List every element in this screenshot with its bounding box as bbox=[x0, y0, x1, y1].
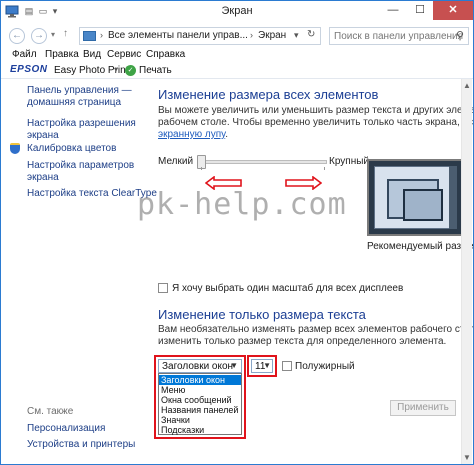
sidebar-item-display-settings-line2[interactable]: экрана bbox=[27, 172, 59, 184]
dropdown-option[interactable]: Меню bbox=[159, 385, 241, 395]
scroll-down-icon[interactable]: ▼ bbox=[463, 453, 471, 462]
sidebar-item-display-settings-line1[interactable]: Настройка параметров bbox=[27, 160, 134, 172]
chevron-down-icon: ▼ bbox=[230, 361, 238, 370]
menu-view[interactable]: Вид bbox=[83, 49, 101, 60]
breadcrumb-display[interactable]: Экран bbox=[258, 30, 286, 41]
dropdown-option[interactable]: Названия панелей bbox=[159, 405, 241, 415]
breadcrumb-separator-icon[interactable]: › bbox=[250, 30, 253, 40]
dropdown-option[interactable]: Подсказки bbox=[159, 425, 241, 435]
print-icon: ✓ bbox=[125, 65, 136, 76]
section-description-line2: рабочем столе. Чтобы временно увеличить … bbox=[158, 117, 473, 128]
chevron-down-icon: ▼ bbox=[263, 361, 271, 370]
size-slider-track[interactable] bbox=[199, 160, 327, 164]
element-select-value: Заголовки окон bbox=[162, 361, 234, 372]
dropdown-option[interactable]: Заголовки окон bbox=[159, 375, 241, 385]
menu-tools[interactable]: Сервис bbox=[107, 49, 141, 60]
see-also-heading: См. также bbox=[27, 406, 74, 417]
sidebar-item-cleartype[interactable]: Настройка текста ClearType bbox=[27, 188, 157, 200]
recommended-size-label: Рекомендуемый размер bbox=[367, 241, 474, 252]
watermark: pk-help.com bbox=[137, 187, 347, 222]
menu-bar: Файл Правка Вид Сервис Справка bbox=[1, 47, 473, 63]
sidebar-item-home-line2[interactable]: домашняя страница bbox=[27, 97, 121, 109]
element-select[interactable]: Заголовки окон ▼ bbox=[158, 359, 242, 373]
text-only-description-line2: изменить только размер текста для опреде… bbox=[158, 336, 447, 347]
easy-photo-print-dropdown-icon[interactable]: ▾ bbox=[114, 65, 118, 74]
element-dropdown-list: Заголовки окон Меню Окна сообщений Назва… bbox=[158, 373, 242, 435]
slider-ticks bbox=[201, 167, 325, 170]
arrow-right-icon bbox=[285, 176, 322, 190]
preview-sidebar bbox=[449, 166, 457, 229]
section-title-text-only: Изменение только размера текста bbox=[158, 307, 366, 322]
slider-small-label: Мелкий bbox=[158, 156, 194, 167]
control-panel-icon bbox=[83, 31, 96, 41]
address-bar[interactable]: › Все элементы панели управ... › Экран ▾ bbox=[79, 27, 321, 45]
sidebar-item-devices-printers[interactable]: Устройства и принтеры bbox=[27, 439, 135, 451]
epson-toolbar: EPSON Easy Photo Print ▾ ✓ Печать bbox=[1, 62, 473, 79]
section-title-scale-all: Изменение размера всех элементов bbox=[158, 87, 379, 102]
close-button[interactable]: ✕ bbox=[433, 1, 473, 20]
slider-large-label: Крупный bbox=[329, 156, 369, 167]
same-scale-label[interactable]: Я хочу выбрать один масштаб для всех дис… bbox=[172, 283, 403, 294]
shield-icon bbox=[10, 143, 20, 154]
sidebar-item-resolution-line2[interactable]: экрана bbox=[27, 130, 59, 142]
magnifier-tail: . bbox=[225, 129, 228, 140]
section-description-line1: Вы можете увеличить или уменьшить размер… bbox=[158, 105, 473, 116]
maximize-button[interactable]: ☐ bbox=[406, 1, 434, 20]
same-scale-checkbox[interactable] bbox=[158, 283, 168, 293]
title-bar: ▤ ▭ ▾ Экран — ☐ ✕ bbox=[1, 1, 473, 23]
arrow-left-icon bbox=[205, 176, 242, 190]
text-only-description-line1: Вам необязательно изменять размер всех э… bbox=[158, 324, 473, 335]
menu-help[interactable]: Справка bbox=[146, 49, 185, 60]
bold-label[interactable]: Полужирный bbox=[295, 361, 355, 372]
minimize-button[interactable]: — bbox=[379, 1, 407, 20]
back-button[interactable]: ← bbox=[9, 28, 25, 44]
apply-button[interactable]: Применить bbox=[390, 400, 456, 416]
menu-edit[interactable]: Правка bbox=[45, 49, 79, 60]
sidebar-item-home-line1[interactable]: Панель управления — bbox=[27, 85, 132, 97]
up-arrow-icon[interactable]: ↑ bbox=[63, 28, 68, 39]
magnifier-line: экранную лупу. bbox=[158, 129, 228, 141]
breadcrumb-all-items[interactable]: Все элементы панели управ... bbox=[108, 30, 248, 41]
dropdown-option[interactable]: Значки bbox=[159, 415, 241, 425]
refresh-icon[interactable]: ↻ bbox=[307, 29, 315, 40]
dropdown-option[interactable]: Окна сообщений bbox=[159, 395, 241, 405]
recent-pages-icon[interactable]: ▾ bbox=[51, 30, 55, 39]
preview-window bbox=[403, 189, 443, 221]
bold-checkbox[interactable] bbox=[282, 361, 292, 371]
epson-logo: EPSON bbox=[10, 64, 48, 75]
search-icon[interactable]: ⚲ bbox=[456, 29, 464, 42]
magnifier-link[interactable]: экранную лупу bbox=[158, 129, 225, 140]
sidebar-item-calibrate-color[interactable]: Калибровка цветов bbox=[27, 143, 116, 155]
search-placeholder: Поиск в панели управления bbox=[334, 31, 464, 42]
font-size-select[interactable]: 11 ▼ bbox=[251, 359, 273, 373]
breadcrumb-separator-icon[interactable]: › bbox=[100, 30, 103, 40]
sidebar-item-resolution-line1[interactable]: Настройка разрешения bbox=[27, 118, 136, 130]
display-preview bbox=[367, 159, 463, 236]
vertical-scrollbar[interactable]: ▲ ▼ bbox=[461, 79, 472, 464]
forward-button[interactable]: → bbox=[31, 28, 47, 44]
address-bar-row: ← → ▾ ↑ › Все элементы панели управ... ›… bbox=[1, 25, 473, 47]
scroll-up-icon[interactable]: ▲ bbox=[463, 81, 471, 90]
sidebar-item-personalization[interactable]: Персонализация bbox=[27, 423, 105, 435]
preview-screen bbox=[374, 166, 450, 229]
address-history-dropdown-icon[interactable]: ▾ bbox=[294, 30, 299, 41]
menu-file[interactable]: Файл bbox=[12, 49, 37, 60]
print-button[interactable]: Печать bbox=[139, 65, 172, 76]
control-panel-window: ▤ ▭ ▾ Экран — ☐ ✕ ← → ▾ ↑ › Все элементы… bbox=[0, 0, 474, 465]
search-input[interactable]: Поиск в панели управления ⚲ bbox=[329, 27, 469, 45]
